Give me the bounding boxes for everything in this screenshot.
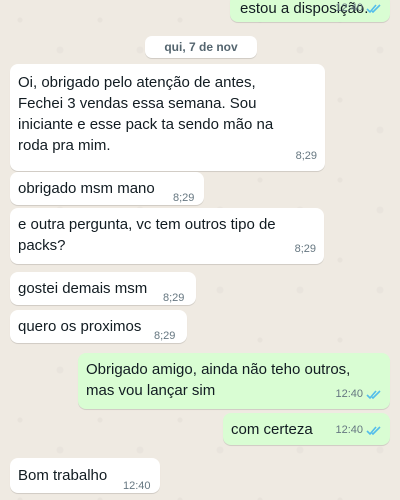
message-meta: 12:40 (335, 420, 382, 441)
message-bubble-incoming[interactable]: Oi, obrigado pelo atenção de antes, Fech… (10, 64, 325, 171)
double-check-icon (366, 390, 381, 400)
message-time: 12:40 (123, 480, 151, 492)
message-text: Oi, obrigado pelo atenção de antes, Fech… (18, 74, 274, 154)
message-bubble-outgoing[interactable]: Obrigado amigo, ainda não teho outros, m… (78, 353, 390, 409)
message-bubble-outgoing[interactable]: com certeza 12:40 (223, 413, 390, 445)
message-bubble-outgoing[interactable]: estou a disposição. 12:40 (230, 0, 390, 22)
date-divider: qui, 7 de nov (145, 36, 257, 58)
message-text: e outra pergunta, vc tem outros tipo de … (18, 216, 276, 254)
double-check-icon (366, 426, 381, 436)
message-bubble-incoming[interactable]: Bom trabalho 12:40 (10, 458, 160, 493)
message-time: 8;29 (295, 150, 317, 162)
message-bubble-incoming[interactable]: e outra pergunta, vc tem outros tipo de … (10, 208, 324, 264)
message-time: 8;29 (294, 243, 316, 255)
message-meta: 8;29 (296, 146, 317, 167)
message-bubble-incoming[interactable]: obrigado msm mano 8;29 (10, 172, 204, 205)
message-bubble-incoming[interactable]: gostei demais msm 8;29 (10, 272, 196, 305)
message-meta: 8;29 (295, 239, 316, 260)
message-text: obrigado msm mano (18, 180, 155, 197)
message-meta: 12:40 (335, 0, 382, 19)
double-check-icon (366, 4, 381, 14)
message-time: 8;29 (154, 330, 176, 342)
message-time: 12:40 (335, 2, 363, 14)
message-time: 8;29 (163, 292, 185, 304)
message-time: 8;29 (173, 192, 195, 204)
message-time: 12:40 (335, 388, 363, 400)
message-meta: 12:40 (335, 384, 382, 405)
message-time: 12:40 (335, 424, 363, 436)
message-bubble-incoming[interactable]: quero os proximos 8;29 (10, 310, 187, 343)
